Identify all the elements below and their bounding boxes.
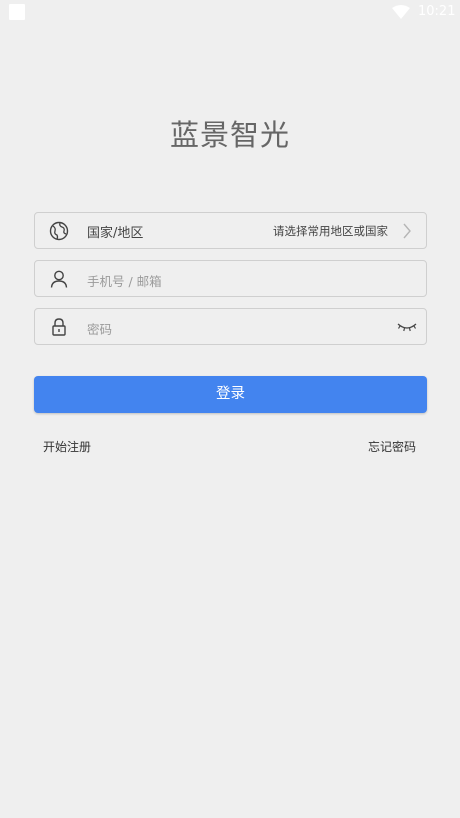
chevron-right-icon bbox=[403, 223, 411, 239]
region-selector[interactable]: 国家/地区 请选择常用地区或国家 bbox=[34, 212, 427, 249]
account-field[interactable]: 手机号 / 邮箱 bbox=[34, 260, 427, 297]
status-bar: 10:21 bbox=[0, 0, 460, 24]
app-title: 蓝景智光 bbox=[169, 118, 290, 152]
eye-closed-icon[interactable] bbox=[397, 320, 417, 334]
forgot-password-link[interactable]: 忘记密码 bbox=[368, 438, 416, 455]
region-label: 国家/地区 bbox=[87, 226, 144, 241]
password-placeholder: 密码 bbox=[87, 322, 113, 337]
lock-icon bbox=[52, 318, 66, 336]
wifi-icon bbox=[392, 5, 410, 19]
password-field[interactable]: 密码 bbox=[34, 308, 427, 345]
region-value: 请选择常用地区或国家 bbox=[273, 224, 388, 238]
user-icon bbox=[50, 270, 68, 288]
status-time: 10:21 bbox=[418, 4, 456, 19]
register-link[interactable]: 开始注册 bbox=[43, 438, 91, 455]
login-button[interactable]: 登录 bbox=[34, 376, 427, 413]
notification-icon bbox=[9, 4, 25, 20]
globe-icon bbox=[49, 221, 69, 241]
account-placeholder: 手机号 / 邮箱 bbox=[87, 274, 162, 289]
